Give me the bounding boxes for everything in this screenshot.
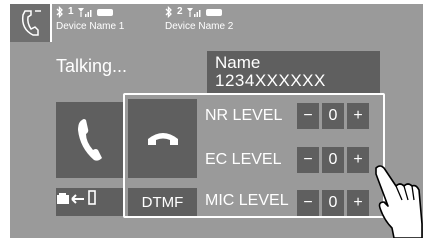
nr-level-value: 0 (322, 103, 344, 129)
signal-icon (77, 8, 92, 17)
call-button[interactable] (56, 102, 123, 178)
bluetooth-icon (56, 6, 63, 18)
signal-icon (186, 8, 201, 17)
phone-handset-icon (21, 10, 41, 36)
phone-menu-button[interactable] (10, 4, 52, 42)
nr-level-label: NR LEVEL (205, 107, 283, 124)
audio-transfer-icon (57, 190, 96, 205)
handsfree-screen: 1 Device Name 1 2 Device Name 2 Talking.… (10, 4, 423, 238)
phone-handset-icon (78, 119, 102, 161)
audio-transfer-button[interactable] (56, 188, 123, 216)
device-2-slot: 2 (177, 6, 183, 17)
nr-level-minus-button[interactable]: − (297, 103, 319, 129)
ec-level-minus-button[interactable]: − (297, 147, 319, 173)
mic-level-label: MIC LEVEL (205, 192, 289, 209)
status-bar: 1 Device Name 1 2 Device Name 2 (10, 4, 423, 42)
mic-level-value: 0 (322, 190, 344, 216)
device-1-name: Device Name 1 (56, 21, 125, 32)
battery-icon (205, 8, 222, 16)
ec-level-label: EC LEVEL (205, 151, 282, 168)
mic-level-plus-button[interactable]: + (347, 190, 369, 216)
bluetooth-icon (165, 6, 172, 18)
caller-name: Name (215, 53, 261, 72)
ec-level-value: 0 (322, 147, 344, 173)
mic-level-minus-button[interactable]: − (297, 190, 319, 216)
device-1-status: 1 Device Name 1 (56, 6, 124, 33)
caller-number: 1234XXXXXX (215, 71, 326, 90)
dtmf-button[interactable]: DTMF (128, 188, 197, 216)
call-status: Talking... (56, 56, 128, 76)
nr-level-plus-button[interactable]: + (347, 103, 369, 129)
device-2-status: 2 Device Name 2 (165, 6, 233, 33)
device-2-name: Device Name 2 (165, 21, 234, 32)
device-1-slot: 1 (68, 6, 74, 17)
caller-info: Name 1234XXXXXX (207, 51, 380, 93)
ec-level-plus-button[interactable]: + (347, 147, 369, 173)
pointing-hand-icon (375, 165, 423, 238)
battery-icon (96, 8, 113, 16)
